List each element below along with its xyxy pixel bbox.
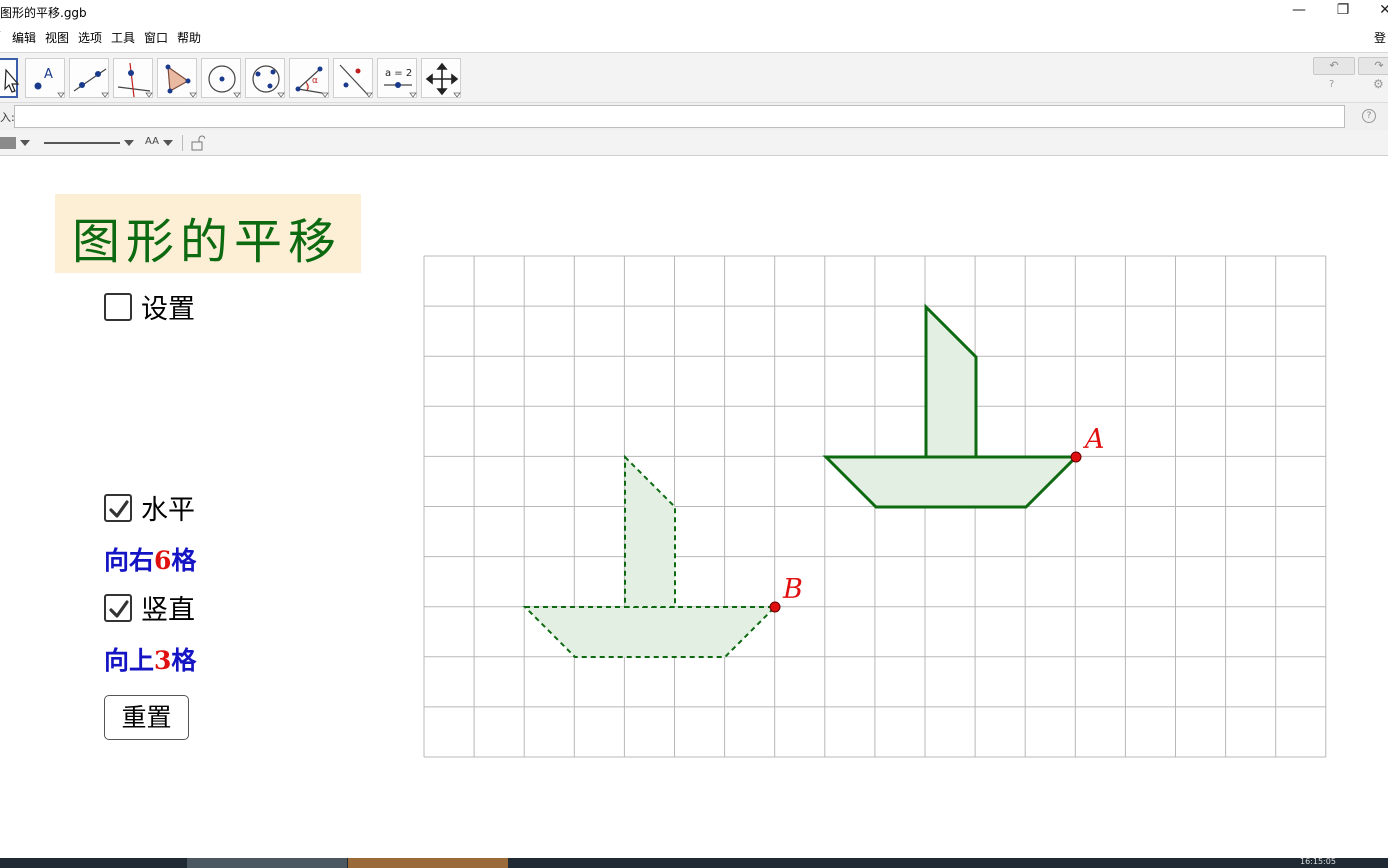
menu-file[interactable]: F (0, 29, 1, 43)
point-b[interactable] (769, 601, 781, 613)
circle-three-points-icon (252, 65, 285, 98)
menu-window[interactable]: 窗口 (144, 29, 168, 46)
move-graphics-tool-button[interactable] (421, 58, 461, 98)
graphics-view[interactable]: 图形的平移 设置 水平 向右6格 竖直 向上3格 重置 A B (0, 157, 1388, 857)
taskbar-app-1[interactable] (187, 858, 347, 868)
boat-sail-original[interactable] (924, 303, 978, 459)
perpendicular-tool-button[interactable] (113, 58, 153, 98)
reflect-line-icon (339, 64, 373, 98)
input-bar: 入: ? (0, 102, 1388, 130)
cursor-arrow-icon (4, 68, 20, 93)
divider (182, 135, 183, 151)
input-bar-label: 入: (0, 111, 15, 124)
line-icon (73, 68, 109, 98)
move-arrows-icon (425, 62, 461, 98)
perpendicular-line-icon (117, 62, 153, 98)
slider-tool-button[interactable]: a = 2 (377, 58, 417, 98)
menu-tools[interactable]: 工具 (111, 29, 135, 46)
taskbar-app-2[interactable] (348, 858, 508, 868)
restore-button[interactable]: ❐ (1328, 2, 1358, 18)
redo-button[interactable]: ↷ (1358, 57, 1388, 75)
grid-plot: A B (423, 255, 1327, 758)
color-swatch[interactable] (0, 137, 16, 149)
svg-text:A: A (44, 67, 53, 82)
point-a-label: A (1082, 424, 1105, 455)
boat-hull-original[interactable] (822, 455, 1080, 509)
svg-text:α: α (312, 76, 318, 86)
point-b-label: B (782, 574, 803, 605)
move-tool-button[interactable] (0, 58, 20, 98)
point-a[interactable] (1070, 451, 1082, 463)
style-bar: AA (0, 130, 1388, 156)
menu-edit[interactable]: 编辑 (12, 29, 36, 46)
os-taskbar: 16:15:05 (0, 857, 1388, 868)
close-button[interactable]: ✕ (1370, 2, 1388, 18)
menu-help[interactable]: 帮助 (177, 29, 201, 46)
line-tool-button[interactable] (69, 58, 109, 98)
input-field[interactable] (14, 105, 1345, 128)
menu-options[interactable]: 选项 (78, 29, 102, 46)
taskbar-clock: 16:15:05 (1300, 857, 1336, 866)
point-tool-button[interactable]: A (25, 58, 65, 98)
settings-gear-icon[interactable]: ⚙ (1373, 77, 1384, 91)
polygon-icon (165, 64, 197, 98)
angle-tool-button[interactable]: α (289, 58, 329, 98)
boat-sail-translated[interactable] (624, 454, 676, 608)
title-bar: 图形的平移.ggb — ❐ ✕ (0, 0, 1388, 24)
input-help-icon[interactable]: ? (1362, 109, 1376, 123)
help-icon[interactable]: ? (1329, 79, 1334, 90)
angle-icon: α (295, 66, 329, 98)
geogebra-window: 图形的平移.ggb — ❐ ✕ F 编辑 视图 选项 工具 窗口 帮助 登 A (0, 0, 1388, 868)
svg-text:a = 2: a = 2 (385, 68, 412, 79)
undo-button[interactable]: ↶ (1313, 57, 1355, 75)
circle-icon (208, 65, 241, 98)
slider-icon: a = 2 (384, 68, 417, 98)
reflect-tool-button[interactable] (333, 58, 373, 98)
polygon-tool-button[interactable] (157, 58, 197, 98)
conic-tool-button[interactable] (245, 58, 285, 98)
point-icon: A (34, 67, 65, 98)
lock-icon[interactable] (191, 135, 205, 151)
circle-tool-button[interactable] (201, 58, 241, 98)
toolbar: A α a = 2 ↶ ↷ ? ⚙ (0, 52, 1388, 102)
chevron-down-icon[interactable] (20, 139, 30, 147)
minimize-button[interactable]: — (1284, 2, 1314, 18)
font-size-icon[interactable]: AA (145, 136, 159, 147)
window-title: 图形的平移.ggb (0, 6, 87, 20)
chevron-down-icon[interactable] (163, 139, 173, 147)
line-style-selector[interactable] (42, 137, 136, 149)
menu-view[interactable]: 视图 (45, 29, 69, 46)
login-button[interactable]: 登 (1374, 29, 1386, 46)
menu-bar: F 编辑 视图 选项 工具 窗口 帮助 登 (0, 26, 1388, 48)
boat-hull-translated[interactable] (522, 606, 778, 658)
